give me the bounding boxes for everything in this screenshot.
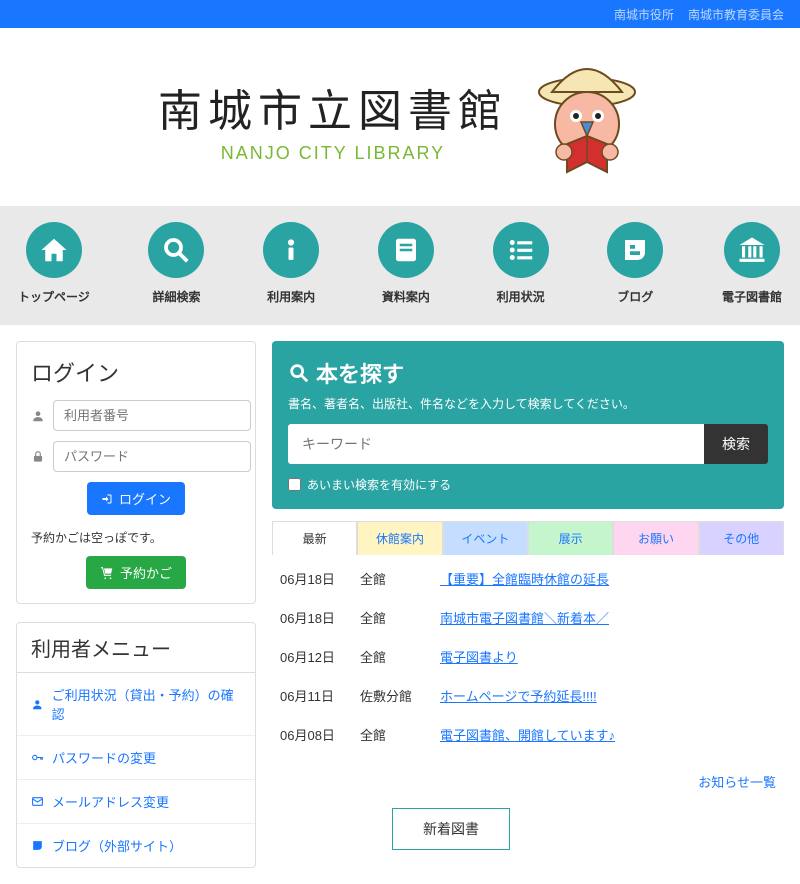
nav-search[interactable]: 詳細検索 [148,222,204,305]
nav-label: 利用状況 [497,288,545,305]
table-row: 06月08日全館電子図書館、開館しています♪ [272,715,784,754]
tab-latest[interactable]: 最新 [272,521,357,555]
nav-home[interactable]: トップページ [18,222,90,305]
info-icon [263,222,319,278]
mail-icon [31,795,44,808]
password-input[interactable] [53,441,251,472]
news-more-link[interactable]: お知らせ一覧 [698,775,776,790]
cart-icon [100,566,114,580]
news-link[interactable]: 【重要】全館臨時休館の延長 [440,572,609,587]
search-title: 本を探す [288,357,768,389]
nav-label: 電子図書館 [722,288,782,305]
table-row: 06月12日全館電子図書より [272,637,784,676]
user-menu: 利用者メニュー ご利用状況（貸出・予約）の確認 パスワードの変更 メールアドレス… [16,622,256,868]
nav-label: 資料案内 [382,288,430,305]
tab-closure[interactable]: 休館案内 [357,521,442,555]
book-icon [378,222,434,278]
login-card: ログイン ログイン 予約かごは空っぽです。 予約かご [16,341,256,604]
nav-label: トップページ [18,288,90,305]
login-title: ログイン [31,356,241,388]
nav-label: 利用案内 [267,288,315,305]
user-icon [31,409,45,423]
new-books-heading: 新着図書 [392,808,510,850]
nav-label: 詳細検索 [152,288,200,305]
news-tabs: 最新 休館案内 イベント 展示 お願い その他 [272,521,784,555]
search-icon [288,362,310,384]
cart-empty-text: 予約かごは空っぽです。 [31,529,241,546]
library-icon [724,222,780,278]
tab-event[interactable]: イベント [443,521,528,555]
news-link[interactable]: ホームページで予約延長!!!! [440,689,597,704]
menu-item-email[interactable]: メールアドレス変更 [17,780,255,824]
search-desc: 書名、著者名、出版社、件名などを入力して検索してください。 [288,395,768,412]
search-button[interactable]: 検索 [704,424,768,464]
table-row: 06月11日佐敷分館ホームページで予約延長!!!! [272,676,784,715]
news-link[interactable]: 南城市電子図書館＼新着本／ [440,611,609,626]
login-button[interactable]: ログイン [87,482,185,515]
logo-jp: 南城市立図書館 [158,75,508,139]
nav-guide[interactable]: 利用案内 [263,222,319,305]
tab-request[interactable]: お願い [613,521,698,555]
content: 本を探す 書名、著者名、出版社、件名などを入力して検索してください。 検索 あい… [272,341,784,868]
topbar-link-education[interactable]: 南城市教育委員会 [688,6,784,23]
user-input[interactable] [53,400,251,431]
list-icon [493,222,549,278]
logo: 南城市立図書館 NANJO CITY LIBRARY [158,75,508,164]
news-more: お知らせ一覧 [272,754,784,798]
search-icon [148,222,204,278]
nav-status[interactable]: 利用状況 [493,222,549,305]
blog-icon [31,839,44,852]
news-table: 06月18日全館【重要】全館臨時休館の延長 06月18日全館南城市電子図書館＼新… [272,559,784,754]
tab-exhibit[interactable]: 展示 [528,521,613,555]
news-link[interactable]: 電子図書より [440,650,518,665]
logo-en: NANJO CITY LIBRARY [158,143,508,164]
blog-icon [607,222,663,278]
cart-button[interactable]: 予約かご [86,556,186,589]
news-link[interactable]: 電子図書館、開館しています♪ [440,728,615,743]
main-nav: トップページ 詳細検索 利用案内 資料案内 利用状況 ブログ 電子図書館 [0,206,800,325]
tab-other[interactable]: その他 [699,521,784,555]
table-row: 06月18日全館南城市電子図書館＼新着本／ [272,598,784,637]
topbar-link-cityhall[interactable]: 南城市役所 [614,6,674,23]
search-box: 本を探す 書名、著者名、出版社、件名などを入力して検索してください。 検索 あい… [272,341,784,509]
main-content: ログイン ログイン 予約かごは空っぽです。 予約かご [0,325,800,884]
fuzzy-checkbox[interactable] [288,478,301,491]
nav-elibrary[interactable]: 電子図書館 [722,222,782,305]
user-menu-title: 利用者メニュー [17,623,255,673]
menu-item-status[interactable]: ご利用状況（貸出・予約）の確認 [17,673,255,736]
header: 南城市立図書館 NANJO CITY LIBRARY [0,28,800,206]
home-icon [26,222,82,278]
menu-item-password[interactable]: パスワードの変更 [17,736,255,780]
nav-label: ブログ [617,288,653,305]
user-icon [31,698,44,711]
mascot-icon [532,54,642,184]
fuzzy-search-toggle[interactable]: あいまい検索を有効にする [288,476,768,493]
sidebar: ログイン ログイン 予約かごは空っぽです。 予約かご [16,341,256,868]
table-row: 06月18日全館【重要】全館臨時休館の延長 [272,559,784,598]
nav-blog[interactable]: ブログ [607,222,663,305]
topbar: 南城市役所 南城市教育委員会 [0,0,800,28]
menu-item-blog[interactable]: ブログ（外部サイト） [17,824,255,867]
search-input[interactable] [288,424,704,464]
nav-materials[interactable]: 資料案内 [378,222,434,305]
login-arrow-icon [101,493,113,505]
key-icon [31,751,44,764]
lock-icon [31,450,45,464]
